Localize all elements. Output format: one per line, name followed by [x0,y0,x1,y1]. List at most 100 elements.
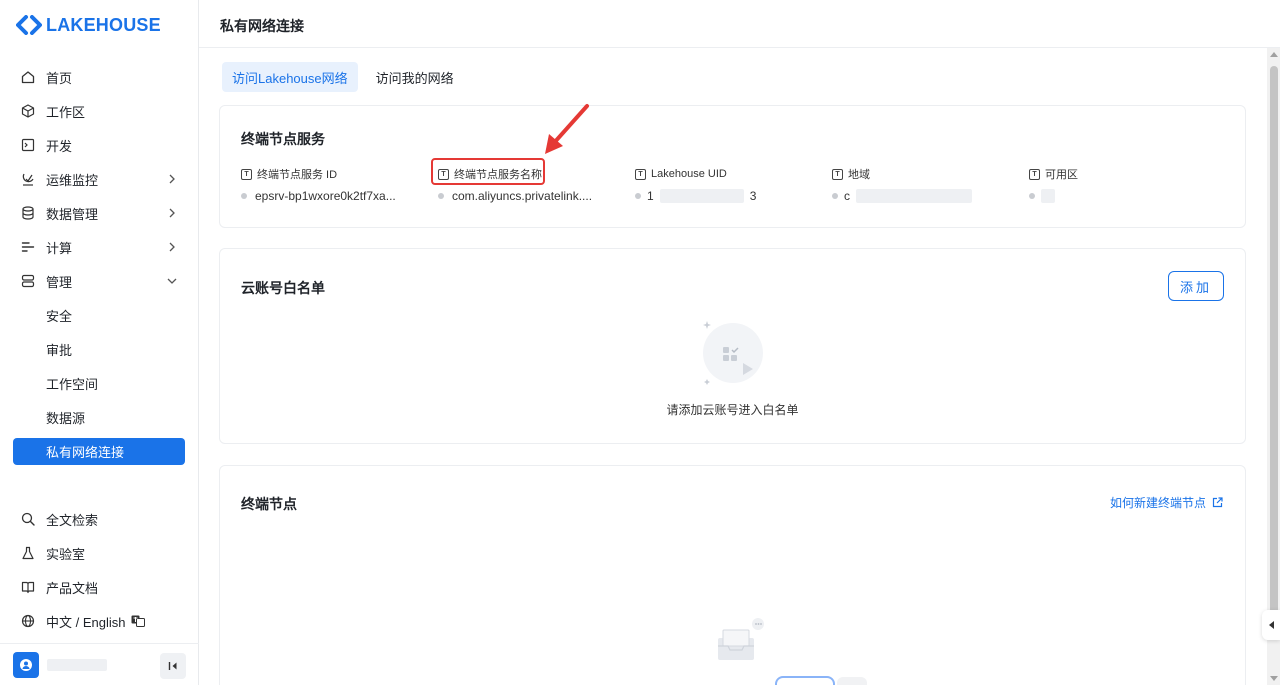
chevron-right-icon [165,206,179,220]
vertical-scrollbar[interactable] [1267,48,1280,685]
home-icon [20,69,36,85]
book-icon [20,579,36,595]
bottom-nav: 全文检索 实验室 产品文档 中文 / English [0,502,199,638]
sidebar-item-lab[interactable]: 实验室 [0,536,199,570]
sidebar-item-label: 审批 [46,342,73,358]
field-value-start: c [844,189,850,203]
page-header: 私有网络连接 [199,0,1280,48]
tab-access-lakehouse[interactable]: 访问Lakehouse网络 [222,62,358,92]
endpoint-service-card: 终端节点服务 T 终端节点服务 ID epsrv-bp1wxore0k2tf7xa… [219,105,1246,228]
partial-button[interactable] [775,676,835,685]
logo[interactable]: LAKEHOUSE [16,14,161,36]
compute-icon [20,239,36,255]
sidebar-item-label: 首页 [46,70,73,86]
sidebar-item-private-network[interactable]: 私有网络连接 [13,437,185,465]
add-button[interactable]: 添加 [1168,271,1224,301]
sidebar-item-docs[interactable]: 产品文档 [0,570,199,604]
sidebar-item-label: 管理 [46,274,73,290]
tab-bar: 访问Lakehouse网络 访问我的网络 [222,62,464,92]
how-to-create-endpoint-link[interactable]: 如何新建终端节点 [1110,494,1223,511]
sidebar: LAKEHOUSE 首页 工作区 开发 运维监控 数据管理 计算 管理 安全 审… [0,0,199,685]
sidebar-item-label: 工作空间 [46,376,99,392]
page-title: 私有网络连接 [220,18,304,34]
sidebar-item-label: 全文检索 [46,512,99,528]
scroll-up-icon[interactable] [1270,52,1278,57]
brand-name: LAKEHOUSE [46,14,161,35]
field-label: 可用区 [1045,169,1078,181]
field-label: Lakehouse UID [651,168,727,180]
empty-illustration-icon [220,315,1245,391]
monitor-icon [20,171,36,187]
sidebar-item-management[interactable]: 管理 [0,264,199,298]
cube-icon [20,103,36,119]
dot-icon [438,193,444,199]
globe-icon [20,613,36,629]
sidebar-item-label: 产品文档 [46,580,99,596]
main-content: 访问Lakehouse网络 访问我的网络 终端节点服务 T 终端节点服务 ID e… [199,48,1267,685]
sidebar-item-security[interactable]: 安全 [0,298,199,332]
sidebar-item-label: 实验室 [46,546,86,562]
sidebar-item-fulltext-search[interactable]: 全文检索 [0,502,199,536]
empty-message: 请添加云账号进入白名单 [666,403,799,417]
field-value: com.aliyuncs.privatelink.... [452,189,593,203]
card-title: 云账号白名单 [241,280,325,296]
field-label: 地域 [848,169,870,181]
avatar[interactable] [13,651,39,678]
endpoints-card: 终端节点 如何新建终端节点 [219,465,1246,685]
chevron-right-icon [165,240,179,254]
caret-left-icon [1268,621,1274,629]
redacted-value [659,189,744,203]
field-service-id: T 终端节点服务 ID epsrv-bp1wxore0k2tf7xa... [241,166,438,204]
dot-icon [635,193,641,199]
user-icon [20,658,32,671]
dot-icon [241,193,247,199]
sidebar-item-label: 数据源 [46,410,86,426]
sidebar-item-monitoring[interactable]: 运维监控 [0,162,199,196]
sidebar-item-approval[interactable]: 审批 [0,332,199,366]
field-value-start: 1 [647,189,654,203]
scroll-down-icon[interactable] [1270,676,1278,681]
tab-access-my-network[interactable]: 访问我的网络 [366,62,464,92]
sidebar-item-language[interactable]: 中文 / English [0,604,199,638]
partial-element [837,677,867,685]
sidebar-item-label: 计算 [46,240,73,256]
sidebar-item-compute[interactable]: 计算 [0,230,199,264]
text-field-icon: T [241,168,252,180]
dot-icon [1029,193,1035,199]
empty-inbox-icon [710,616,770,671]
field-region: T 地域 c [832,166,1029,204]
chevron-right-icon [165,172,179,186]
sidebar-item-data-source[interactable]: 数据源 [0,400,199,434]
external-link-icon [1212,497,1223,508]
collapse-sidebar-button[interactable] [160,653,186,679]
sidebar-footer [0,643,199,685]
field-value: epsrv-bp1wxore0k2tf7xa... [255,189,396,203]
main-nav: 首页 工作区 开发 运维监控 数据管理 计算 管理 安全 审批 工作空间 数据源… [0,60,199,468]
link-label: 如何新建终端节点 [1109,496,1206,510]
text-field-icon: T [832,168,843,180]
service-fields: T 终端节点服务 ID epsrv-bp1wxore0k2tf7xa... T 终端… [241,166,1149,204]
scroll-thumb[interactable] [1270,66,1278,619]
dot-icon [832,193,838,199]
server-icon [20,273,36,289]
field-lakehouse-uid: T Lakehouse UID 1 3 [635,166,832,204]
terminal-icon [20,137,36,153]
sidebar-item-data-management[interactable]: 数据管理 [0,196,199,230]
active-item-wrap: 私有网络连接 [0,434,199,468]
sidebar-item-label: 私有网络连接 [46,444,125,460]
sidebar-item-label: 运维监控 [46,172,99,188]
search-icon [20,511,36,527]
card-title: 终端节点 [241,496,297,512]
whitelist-card: 云账号白名单 添加 请添加云账号进入白名单 [219,248,1246,444]
redacted-value [1041,189,1055,203]
annotation-arrow-icon [545,104,589,154]
sidebar-item-label: 安全 [46,308,73,324]
field-value-end: 3 [749,189,757,203]
sidebar-item-workspace[interactable]: 工作区 [0,94,199,128]
sidebar-item-label: 开发 [46,138,73,154]
sidebar-item-develop[interactable]: 开发 [0,128,199,162]
side-panel-toggle[interactable] [1262,610,1280,640]
sidebar-item-work-space[interactable]: 工作空间 [0,366,199,400]
card-title: 终端节点服务 [241,131,325,147]
sidebar-item-home[interactable]: 首页 [0,60,199,94]
